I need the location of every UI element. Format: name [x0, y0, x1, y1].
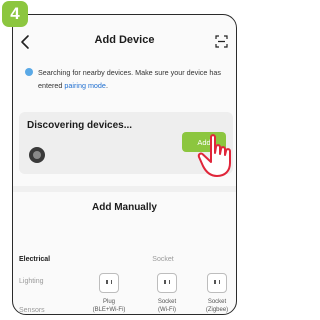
category-electrical[interactable]: Electrical: [19, 256, 50, 263]
info-dot-icon: [25, 68, 33, 76]
category-sensors[interactable]: Sensors: [19, 307, 45, 314]
add-manually-heading: Add Manually: [91, 202, 157, 213]
tile-label: Socket (Zigbee): [197, 298, 236, 314]
notice-suffix: .: [105, 81, 108, 90]
device-tile-socket-wifi[interactable]: Socket (Wi-Fi): [147, 273, 187, 314]
notice-text: Searching for nearby devices. Make sure …: [38, 66, 230, 92]
category-lighting[interactable]: Lighting: [19, 278, 44, 285]
scan-icon[interactable]: [215, 35, 228, 48]
found-device-icon: [29, 147, 45, 163]
discovery-title: Discovering devices...: [27, 120, 133, 131]
tile-label: Plug (BLE+Wi-Fi): [89, 298, 129, 314]
page-title: Add Device: [94, 34, 155, 46]
pointing-hand-icon: [197, 134, 231, 177]
plug-icon: [99, 273, 119, 293]
step-badge: 4: [2, 1, 28, 27]
device-tile-socket-zigbee[interactable]: Socket (Zigbee): [197, 273, 236, 314]
header-bar: Add Device: [13, 33, 236, 51]
phone-screen: Add Device Searching for nearby devices.…: [12, 14, 237, 315]
tile-label-line2: (BLE+Wi-Fi): [92, 307, 126, 313]
tile-label-line1: Plug: [102, 299, 115, 305]
device-tile-plug-ble-wifi[interactable]: Plug (BLE+Wi-Fi): [89, 273, 129, 314]
tile-label-line2: (Zigbee): [205, 307, 229, 313]
socket-icon: [207, 273, 227, 293]
section-divider: [13, 186, 236, 192]
socket-icon: [157, 273, 177, 293]
tile-label-line1: Socket: [157, 299, 177, 305]
tile-label: Socket (Wi-Fi): [147, 298, 187, 314]
pairing-mode-link[interactable]: pairing mode: [64, 81, 106, 90]
socket-group-label: Socket: [152, 256, 174, 263]
tile-label-line2: (Wi-Fi): [158, 307, 176, 313]
tile-label-line1: Socket: [207, 299, 227, 305]
